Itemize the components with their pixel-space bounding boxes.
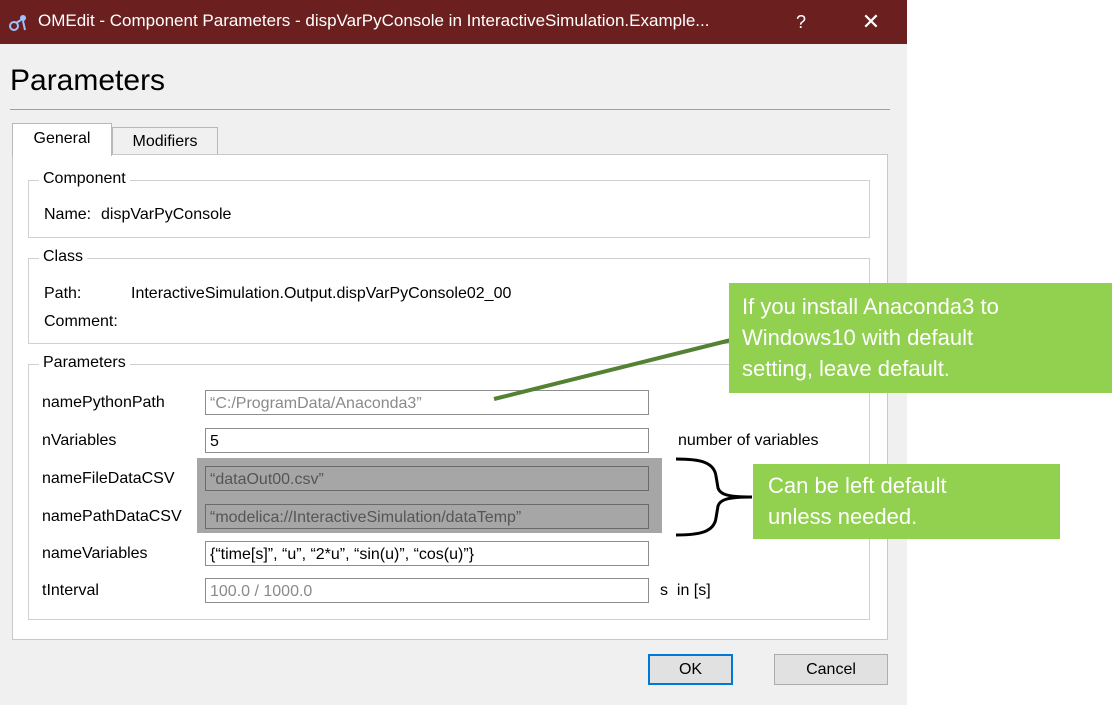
nameFileDataCSV-value: “dataOut00.csv”	[210, 471, 324, 488]
callout2-line-1: Can be left default	[768, 473, 947, 498]
namePythonPath-input[interactable]: “C:/ProgramData/Anaconda3”	[205, 390, 649, 415]
namePathDataCSV-input[interactable]: “modelica://InteractiveSimulation/dataTe…	[205, 504, 649, 529]
omedit-app-icon	[9, 15, 26, 31]
tInterval-value: 100.0 / 1000.0	[210, 583, 313, 600]
comment-label: Comment:	[44, 313, 118, 330]
callout2-line-2: unless needed.	[768, 504, 918, 529]
nameVariables-value: {“time[s]”, “u”, “2*u”, “sin(u)”, “cos(u…	[210, 546, 475, 563]
param-label-nVariables: nVariables	[42, 432, 117, 449]
name-label: Name:	[44, 206, 92, 223]
namePythonPath-value: “C:/ProgramData/Anaconda3”	[210, 395, 422, 412]
heading-divider	[10, 109, 890, 110]
callout1-line-2: Windows10 with default	[742, 325, 974, 350]
param-label-nameFileDataCSV: nameFileDataCSV	[42, 470, 175, 487]
param-label-tInterval: tInterval	[42, 582, 99, 599]
cancel-button[interactable]: Cancel	[774, 654, 888, 685]
param-label-nameVariables: nameVariables	[42, 545, 148, 562]
close-button[interactable]: ✕	[853, 6, 889, 38]
nameFileDataCSV-input[interactable]: “dataOut00.csv”	[205, 466, 649, 491]
title-bar[interactable]: OMEdit - Component Parameters - dispVarP…	[0, 0, 907, 44]
tab-modifiers[interactable]: Modifiers	[112, 127, 218, 156]
param-label-namePathDataCSV: namePathDataCSV	[42, 508, 182, 525]
nameVariables-input[interactable]: {“time[s]”, “u”, “2*u”, “sin(u)”, “cos(u…	[205, 541, 649, 566]
help-button[interactable]: ?	[784, 6, 818, 38]
component-group: Component Name: dispVarPyConsole	[28, 170, 870, 238]
callout1-line-3: setting, leave default.	[742, 356, 950, 381]
component-group-title: Component	[39, 170, 130, 188]
nVariables-value: 5	[210, 433, 219, 450]
path-value: InteractiveSimulation.Output.dispVarPyCo…	[131, 285, 512, 302]
tInterval-input[interactable]: 100.0 / 1000.0	[205, 578, 649, 603]
tInterval-unit: s in [s]	[660, 582, 711, 599]
parameters-group-title: Parameters	[39, 354, 130, 372]
callout1-line-1: If you install Anaconda3 to	[742, 294, 999, 319]
class-group-title: Class	[39, 248, 88, 266]
nVariables-unit: number of variables	[678, 432, 819, 449]
window-title: OMEdit - Component Parameters - dispVarP…	[38, 11, 710, 30]
callout-default-note: Can be left default unless needed.	[753, 464, 1060, 539]
namePathDataCSV-value: “modelica://InteractiveSimulation/dataTe…	[210, 509, 522, 526]
page-title: Parameters	[10, 64, 166, 97]
tab-general[interactable]: General	[12, 123, 112, 156]
param-label-namePythonPath: namePythonPath	[42, 394, 165, 411]
name-value: dispVarPyConsole	[101, 206, 232, 223]
path-label: Path:	[44, 285, 82, 302]
callout-anaconda-note: If you install Anaconda3 to Windows10 wi…	[729, 283, 1112, 393]
ok-button[interactable]: OK	[648, 654, 733, 685]
nVariables-input[interactable]: 5	[205, 428, 649, 453]
